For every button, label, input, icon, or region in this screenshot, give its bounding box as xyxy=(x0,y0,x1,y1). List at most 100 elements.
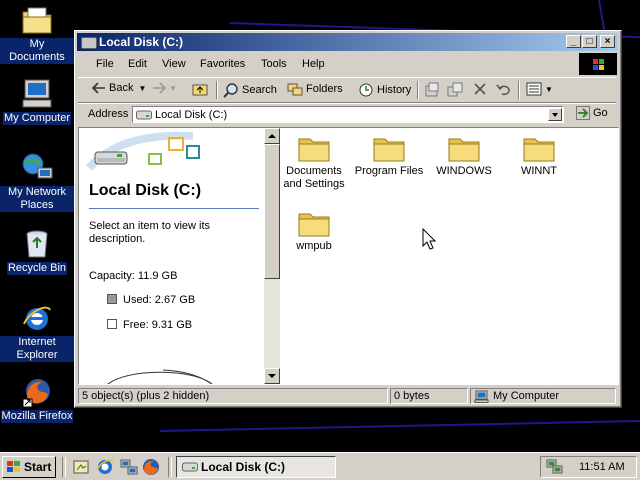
firefox-icon[interactable] xyxy=(142,458,160,476)
menu-favorites[interactable]: Favorites xyxy=(200,58,245,70)
show-desktop-icon[interactable] xyxy=(72,458,90,476)
internet-explorer-icon[interactable] xyxy=(96,458,114,476)
network-icon[interactable] xyxy=(120,458,138,476)
up-folder-button[interactable] xyxy=(192,82,208,96)
delete-icon xyxy=(474,83,486,95)
undo-icon xyxy=(496,84,510,96)
title-bar[interactable]: Local Disk (C:) _ □ × xyxy=(77,33,618,51)
mouse-cursor-icon xyxy=(422,228,436,250)
desktop-icon-my-computer[interactable]: My Computer xyxy=(0,78,74,125)
move-to-icon xyxy=(425,82,439,97)
left-pane-scrollbar[interactable] xyxy=(264,128,280,384)
copy-to-icon xyxy=(447,82,463,97)
chevron-down-icon: ▼ xyxy=(138,83,147,93)
drive-icon xyxy=(182,462,198,472)
folders-icon xyxy=(287,83,303,96)
system-tray: 11:51 AM xyxy=(540,456,637,478)
pane-hint: Select an item to view its description. xyxy=(89,220,211,245)
scroll-thumb[interactable] xyxy=(264,144,280,279)
menu-tools[interactable]: Tools xyxy=(261,58,287,70)
go-button[interactable]: Go xyxy=(576,106,608,120)
web-view-pane: Local Disk (C:) Select an item to view i… xyxy=(79,128,263,384)
taskbar: Start Local Disk (C:) 11:51 AM xyxy=(0,452,640,480)
network-places-icon xyxy=(20,152,54,184)
toolbar-separator xyxy=(216,81,218,99)
pane-title: Local Disk (C:) xyxy=(89,182,202,199)
taskbar-window-button[interactable]: Local Disk (C:) xyxy=(176,456,336,478)
chevron-down-icon: ▼ xyxy=(545,84,553,94)
folder-item[interactable]: WINDOWS xyxy=(429,134,499,178)
used-text: Used: 2.67 GB xyxy=(123,294,196,306)
menu-file[interactable]: File xyxy=(96,58,114,70)
menu-help[interactable]: Help xyxy=(302,58,325,70)
search-button[interactable]: Search xyxy=(223,82,277,98)
my-documents-icon xyxy=(20,4,54,36)
delete-button[interactable] xyxy=(473,82,487,96)
status-size: 0 bytes xyxy=(390,388,468,404)
windows-logo-icon xyxy=(7,461,20,472)
history-icon xyxy=(359,83,373,97)
menu-view[interactable]: View xyxy=(162,58,186,70)
folder-item[interactable]: Documents and Settings xyxy=(279,134,349,191)
close-button[interactable]: × xyxy=(600,35,615,48)
tray-network-icon[interactable] xyxy=(546,459,564,475)
status-location: My Computer xyxy=(470,388,616,404)
folder-item[interactable]: Program Files xyxy=(354,134,424,178)
back-button[interactable]: Back ▼ xyxy=(92,82,146,94)
explorer-window: Local Disk (C:) _ □ × File Edit View Fav… xyxy=(74,30,622,408)
drive-banner-graphic xyxy=(85,132,200,171)
used-swatch xyxy=(107,294,117,304)
menu-bar: File Edit View Favorites Tools Help xyxy=(78,54,580,74)
move-to-button[interactable] xyxy=(424,82,440,98)
status-bar: 5 object(s) (plus 2 hidden) 0 bytes My C… xyxy=(78,387,619,405)
desktop-icon-internet-explorer[interactable]: Internet Explorer xyxy=(0,302,74,362)
taskbar-separator xyxy=(62,457,66,477)
folder-item[interactable]: wmpub xyxy=(279,209,349,253)
folder-icon xyxy=(523,134,555,162)
scroll-down-button[interactable] xyxy=(264,368,280,384)
standard-toolbar: Back ▼ ▼ Search Folders History ▼ xyxy=(78,77,616,103)
menu-edit[interactable]: Edit xyxy=(128,58,147,70)
folders-button[interactable]: Folders xyxy=(287,82,343,96)
my-computer-icon xyxy=(20,78,54,110)
desktop-icon-recycle-bin[interactable]: Recycle Bin xyxy=(0,228,74,275)
chevron-down-icon xyxy=(268,374,276,378)
address-label: Address xyxy=(88,108,129,120)
folder-icon xyxy=(298,209,330,237)
desktop-line xyxy=(160,419,640,432)
status-object-count: 5 object(s) (plus 2 hidden) xyxy=(78,388,388,404)
search-icon xyxy=(223,83,238,98)
folder-icon xyxy=(373,134,405,162)
address-input[interactable]: Local Disk (C:) xyxy=(132,106,564,123)
taskbar-separator xyxy=(168,457,172,477)
drive-icon xyxy=(136,110,152,120)
toolbar-separator xyxy=(518,81,520,99)
chevron-down-icon: ▼ xyxy=(169,83,177,93)
history-button[interactable]: History xyxy=(358,82,411,98)
address-dropdown-button[interactable] xyxy=(548,108,562,121)
my-computer-icon xyxy=(474,390,489,403)
desktop-icon-network-places[interactable]: My Network Places xyxy=(0,152,74,212)
views-button[interactable]: ▼ xyxy=(526,82,553,96)
free-text: Free: 9.31 GB xyxy=(123,319,193,331)
desktop-icon-my-documents[interactable]: My Documents xyxy=(0,4,74,64)
chevron-down-icon xyxy=(552,113,558,117)
scroll-up-button[interactable] xyxy=(264,128,280,144)
internet-explorer-icon xyxy=(20,302,54,334)
start-button[interactable]: Start xyxy=(2,456,56,478)
copy-to-button[interactable] xyxy=(447,82,463,98)
drive-icon xyxy=(81,37,97,49)
forward-arrow-icon xyxy=(153,82,166,94)
maximize-button[interactable]: □ xyxy=(582,35,597,48)
disk-usage-pie xyxy=(107,369,213,384)
title-divider xyxy=(89,208,259,209)
toolbar-separator xyxy=(417,81,419,99)
forward-button[interactable]: ▼ xyxy=(152,82,177,94)
minimize-button[interactable]: _ xyxy=(566,35,581,48)
clock[interactable]: 11:51 AM xyxy=(579,461,625,473)
desktop-icon-firefox[interactable]: Mozilla Firefox xyxy=(0,376,74,423)
file-list: Documents and Settings Program Files WIN… xyxy=(280,128,618,384)
folder-item[interactable]: WINNT xyxy=(504,134,574,178)
folder-icon xyxy=(298,134,330,162)
undo-button[interactable] xyxy=(496,82,512,96)
